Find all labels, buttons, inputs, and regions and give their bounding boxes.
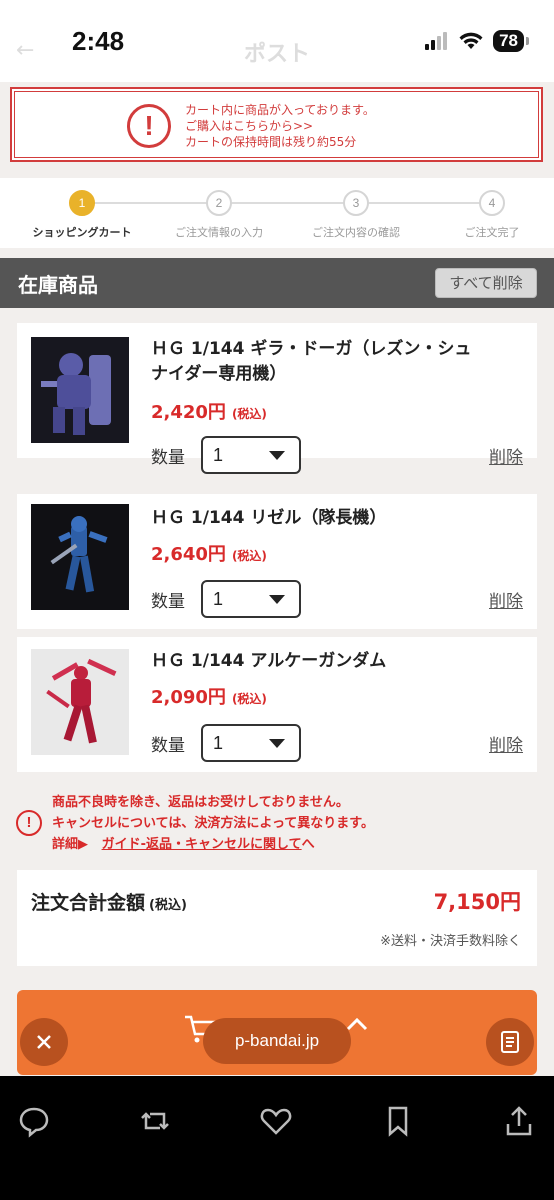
product-name-line-1: ＨＧ 1/144 ギラ・ドーガ（レズン・シュ — [151, 339, 472, 359]
chevron-down-icon — [269, 451, 285, 460]
cart-alert-text: カート内に商品が入っております。 ご購入はこちらから>> カートの保持時間は残り… — [185, 102, 375, 150]
step-label: ショッピングカート — [32, 226, 132, 239]
chevron-down-icon — [269, 595, 285, 604]
alert-line-3: カートの保持時間は残り約55分 — [185, 135, 357, 149]
total-label-text: 注文合計金額 — [31, 892, 146, 914]
stock-items-header: 在庫商品 すべて削除 — [0, 258, 554, 308]
product-price: 2,090円 (税込) — [151, 683, 267, 709]
step-order-info: 2 ご注文情報の入力 — [149, 190, 289, 240]
guide-return-cancel-link[interactable]: ガイド-返品・キャンセルに関して — [102, 837, 302, 852]
total-tax-label: (税込) — [149, 898, 187, 913]
price-value: 2,420円 — [151, 402, 226, 423]
step-order-complete: 4 ご注文完了 — [422, 190, 554, 240]
chevron-up-icon[interactable] — [345, 1016, 369, 1032]
link-suffix: へ — [301, 837, 315, 852]
document-icon — [501, 1031, 519, 1053]
product-image[interactable] — [31, 337, 129, 443]
status-icons: 78 — [425, 30, 529, 52]
status-time: 2:48 — [72, 26, 125, 56]
share-icon[interactable] — [502, 1104, 536, 1138]
battery-icon: 78 — [493, 30, 529, 52]
wifi-icon — [459, 32, 483, 49]
order-total: 注文合計金額 (税込) 7,150円 ※送料・決済手数料除く — [17, 870, 537, 966]
step-number: 2 — [206, 190, 232, 216]
quantity-select[interactable]: 1 — [201, 436, 301, 474]
product-name-line-1: ＨＧ 1/144 アルケーガンダム — [151, 651, 387, 671]
product-price: 2,420円 (税込) — [151, 398, 267, 424]
step-number: 3 — [343, 190, 369, 216]
tax-label: (税込) — [231, 549, 267, 563]
step-label: ご注文完了 — [464, 226, 520, 239]
step-number: 4 — [479, 190, 505, 216]
delete-item-link[interactable]: 削除 — [489, 587, 523, 612]
product-image[interactable] — [31, 504, 129, 610]
bottom-toolbar — [0, 1076, 554, 1200]
quantity-select[interactable]: 1 — [201, 580, 301, 618]
back-arrow-icon[interactable]: ← — [16, 38, 34, 63]
quantity-select[interactable]: 1 — [201, 724, 301, 762]
reader-button[interactable] — [486, 1018, 534, 1066]
total-note: ※送料・決済手数料除く — [380, 934, 521, 949]
section-title: 在庫商品 — [18, 273, 98, 297]
notice-line-1: 商品不良時を除き、返品はお受けしておりません。 — [52, 795, 349, 810]
notice-line-3: 詳細▶ ガイド-返品・キャンセルに関してへ — [52, 834, 374, 855]
quantity-value: 1 — [213, 733, 224, 753]
step-order-confirm: 3 ご注文内容の確認 — [286, 190, 426, 240]
step-label: ご注文情報の入力 — [175, 226, 263, 239]
product-name[interactable]: ＨＧ 1/144 リゼル（隊長機） — [151, 506, 511, 531]
close-icon — [37, 1035, 51, 1049]
total-label: 注文合計金額 (税込) — [31, 888, 187, 915]
delete-item-link[interactable]: 削除 — [489, 443, 523, 468]
notice-line-2: キャンセルについては、決済方法によって異なります。 — [52, 816, 375, 831]
notice-text: 商品不良時を除き、返品はお受けしておりません。 キャンセルについては、決済方法に… — [52, 792, 374, 855]
like-icon[interactable] — [259, 1104, 293, 1138]
cart-item: ＨＧ 1/144 アルケーガンダム 2,090円 (税込) 数量 1 削除 — [17, 637, 537, 772]
ghost-page-title: ポスト — [244, 42, 311, 67]
price-value: 2,640円 — [151, 544, 226, 565]
quantity-label: 数量 — [151, 736, 185, 756]
alert-line-1: カート内に商品が入っております。 — [185, 103, 375, 117]
warning-icon: ! — [16, 810, 42, 836]
close-button[interactable] — [20, 1018, 68, 1066]
price-value: 2,090円 — [151, 687, 226, 708]
product-name-line-1: ＨＧ 1/144 リゼル（隊長機） — [151, 508, 387, 528]
product-image[interactable] — [31, 649, 129, 755]
tax-label: (税込) — [231, 692, 267, 706]
return-notice: ! 商品不良時を除き、返品はお受けしておりません。 キャンセルについては、決済方… — [14, 790, 544, 854]
total-value: 7,150円 — [433, 890, 521, 914]
cart-alert-banner[interactable]: ! カート内に商品が入っております。 ご購入はこちらから>> カートの保持時間は… — [10, 87, 543, 162]
product-price: 2,640円 (税込) — [151, 540, 267, 566]
alert-purchase-link[interactable]: ご購入はこちらから>> — [185, 118, 375, 134]
delete-all-button[interactable]: すべて削除 — [435, 268, 537, 298]
bookmark-icon[interactable] — [381, 1104, 415, 1138]
reply-icon[interactable] — [17, 1104, 51, 1138]
url-pill[interactable]: p-bandai.jp — [203, 1018, 351, 1064]
step-label: ご注文内容の確認 — [312, 226, 400, 239]
exclamation-icon: ! — [127, 104, 171, 148]
quantity-label: 数量 — [151, 448, 185, 468]
product-name[interactable]: ＨＧ 1/144 ギラ・ドーガ（レズン・シュ ナイダー専用機） — [151, 337, 511, 387]
checkout-steps: 1 ショッピングカート 2 ご注文情報の入力 3 ご注文内容の確認 4 ご注文完… — [0, 178, 554, 248]
product-name[interactable]: ＨＧ 1/144 アルケーガンダム — [151, 649, 511, 674]
signal-icon — [425, 32, 448, 50]
product-name-line-2: ナイダー専用機） — [151, 364, 287, 384]
repost-icon[interactable] — [138, 1104, 172, 1138]
quantity-value: 1 — [213, 445, 224, 465]
step-number: 1 — [69, 190, 95, 216]
cart-item: ＨＧ 1/144 リゼル（隊長機） 2,640円 (税込) 数量 1 削除 — [17, 494, 537, 629]
tax-label: (税込) — [231, 407, 267, 421]
detail-label: 詳細▶ — [52, 837, 88, 852]
cart-item: ＨＧ 1/144 ギラ・ドーガ（レズン・シュ ナイダー専用機） 2,420円 (税… — [17, 323, 537, 474]
delete-item-link[interactable]: 削除 — [489, 731, 523, 756]
quantity-label: 数量 — [151, 592, 185, 612]
status-bar: ← 2:48 ポスト 78 — [0, 0, 554, 82]
chevron-down-icon — [269, 739, 285, 748]
step-shopping-cart: 1 ショッピングカート — [12, 190, 152, 240]
quantity-value: 1 — [213, 589, 224, 609]
